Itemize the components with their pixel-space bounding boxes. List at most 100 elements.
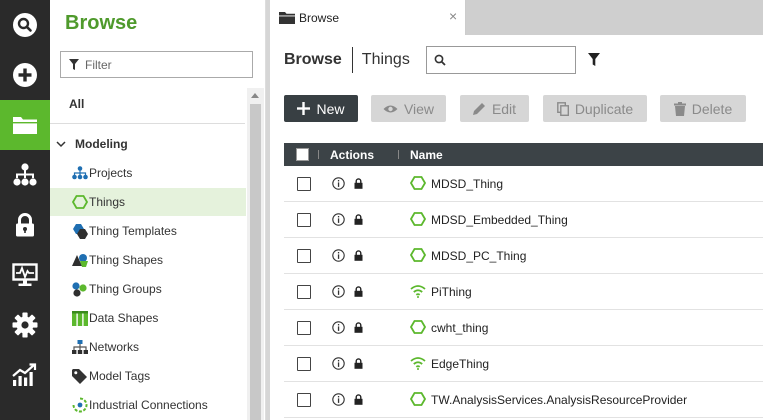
nav-item-thing-groups[interactable]: Thing Groups xyxy=(50,275,246,303)
lock-icon[interactable] xyxy=(354,250,363,261)
rail-monitoring-button[interactable] xyxy=(0,250,50,300)
thing-templates-icon xyxy=(71,223,88,239)
nav-item-industrial-connections[interactable]: Industrial Connections xyxy=(50,391,246,419)
column-header-actions[interactable]: Actions xyxy=(330,148,374,162)
table-row[interactable]: EdgeThing xyxy=(284,346,763,382)
duplicate-button[interactable]: Duplicate xyxy=(543,95,647,122)
filter-input[interactable] xyxy=(85,55,245,74)
search-icon xyxy=(13,13,37,37)
nav-item-things[interactable]: Things xyxy=(50,188,246,216)
folder-icon xyxy=(13,117,37,134)
rail-settings-button[interactable] xyxy=(0,300,50,350)
nav-section-modeling[interactable]: Modeling xyxy=(56,137,128,151)
row-checkbox[interactable] xyxy=(297,357,311,371)
thing-hexagon-icon xyxy=(71,194,88,210)
breadcrumb-divider xyxy=(351,47,353,73)
search-field[interactable] xyxy=(426,46,576,74)
nav-item-label: Model Tags xyxy=(89,369,151,383)
browse-nav-list: All Modeling Projects Things Thing Templ… xyxy=(50,88,266,420)
lock-icon[interactable] xyxy=(354,178,363,189)
nav-item-label: Thing Shapes xyxy=(89,253,164,267)
filter-field[interactable] xyxy=(60,51,253,78)
row-checkbox[interactable] xyxy=(297,285,311,299)
rail-browse-button[interactable] xyxy=(0,100,50,150)
search-icon xyxy=(434,54,446,66)
rail-security-button[interactable] xyxy=(0,200,50,250)
lock-icon[interactable] xyxy=(354,358,363,369)
tag-icon xyxy=(71,368,88,384)
column-separator xyxy=(398,150,399,159)
breadcrumb: Browse Things xyxy=(284,46,410,74)
tab-bar: Browse × xyxy=(270,0,763,35)
nav-scrollbar[interactable] xyxy=(247,88,264,420)
row-name[interactable]: EdgeThing xyxy=(431,357,489,371)
nav-item-all[interactable]: All xyxy=(69,97,84,111)
view-button-label: View xyxy=(403,100,435,117)
plus-circle-icon xyxy=(13,63,37,87)
rail-new-button[interactable] xyxy=(0,50,50,100)
nav-item-model-tags[interactable]: Model Tags xyxy=(50,362,246,390)
pencil-icon xyxy=(472,102,486,115)
thing-groups-icon xyxy=(71,281,88,297)
table-row[interactable]: TW.AnalysisServices.AnalysisResourceProv… xyxy=(284,382,763,418)
scrollbar-thumb[interactable] xyxy=(250,104,261,420)
table-row[interactable]: MDSD_Thing xyxy=(284,166,763,202)
tab-browse[interactable]: Browse × xyxy=(270,0,466,35)
row-checkbox[interactable] xyxy=(297,321,311,335)
row-name[interactable]: cwht_thing xyxy=(431,321,488,335)
row-name[interactable]: TW.AnalysisServices.AnalysisResourceProv… xyxy=(431,393,687,407)
page-title: Things xyxy=(361,51,410,68)
delete-button[interactable]: Delete xyxy=(660,95,746,122)
lock-icon[interactable] xyxy=(354,322,363,333)
view-button[interactable]: View xyxy=(371,95,446,122)
filter-icon xyxy=(69,59,79,70)
edit-button-label: Edit xyxy=(491,100,517,117)
rail-hierarchy-button[interactable] xyxy=(0,150,50,200)
filter-icon[interactable] xyxy=(588,53,600,66)
new-button[interactable]: New xyxy=(284,95,358,122)
info-icon[interactable] xyxy=(332,357,345,370)
projects-icon xyxy=(71,165,88,181)
rail-analytics-button[interactable] xyxy=(0,350,50,400)
nav-item-data-shapes[interactable]: Data Shapes xyxy=(50,304,246,332)
table-row[interactable]: cwht_thing xyxy=(284,310,763,346)
info-icon[interactable] xyxy=(332,177,345,190)
lock-icon[interactable] xyxy=(354,394,363,405)
left-icon-rail xyxy=(0,0,50,420)
row-name[interactable]: MDSD_Thing xyxy=(431,177,503,191)
row-name[interactable]: MDSD_Embedded_Thing xyxy=(431,213,568,227)
row-name[interactable]: PiThing xyxy=(431,285,472,299)
nav-item-thing-templates[interactable]: Thing Templates xyxy=(50,217,246,245)
lock-icon[interactable] xyxy=(354,214,363,225)
edit-button[interactable]: Edit xyxy=(460,95,529,122)
info-icon[interactable] xyxy=(332,393,345,406)
rail-search-button[interactable] xyxy=(0,0,50,50)
scroll-up-arrow-icon[interactable] xyxy=(251,93,259,98)
thing-shapes-icon xyxy=(71,252,88,268)
nav-item-label: Projects xyxy=(89,166,133,180)
info-icon[interactable] xyxy=(332,249,345,262)
table-row[interactable]: MDSD_Embedded_Thing xyxy=(284,202,763,238)
column-header-name[interactable]: Name xyxy=(410,148,443,162)
thing-hexagon-icon xyxy=(409,248,427,265)
nav-item-projects[interactable]: Projects xyxy=(50,159,246,187)
row-checkbox[interactable] xyxy=(297,213,311,227)
row-name[interactable]: MDSD_PC_Thing xyxy=(431,249,526,263)
info-icon[interactable] xyxy=(332,321,345,334)
close-icon[interactable]: × xyxy=(449,9,457,23)
row-checkbox[interactable] xyxy=(297,177,311,191)
row-checkbox[interactable] xyxy=(297,393,311,407)
breadcrumb-root[interactable]: Browse xyxy=(284,51,342,69)
trash-icon xyxy=(673,101,686,116)
info-icon[interactable] xyxy=(332,213,345,226)
nav-item-label: Thing Groups xyxy=(89,282,162,296)
nav-item-networks[interactable]: Networks xyxy=(50,333,246,361)
row-checkbox[interactable] xyxy=(297,249,311,263)
table-row[interactable]: PiThing xyxy=(284,274,763,310)
search-input[interactable] xyxy=(451,51,569,69)
info-icon[interactable] xyxy=(332,285,345,298)
nav-item-thing-shapes[interactable]: Thing Shapes xyxy=(50,246,246,274)
lock-icon[interactable] xyxy=(354,286,363,297)
select-all-checkbox[interactable] xyxy=(296,148,309,161)
table-row[interactable]: MDSD_PC_Thing xyxy=(284,238,763,274)
